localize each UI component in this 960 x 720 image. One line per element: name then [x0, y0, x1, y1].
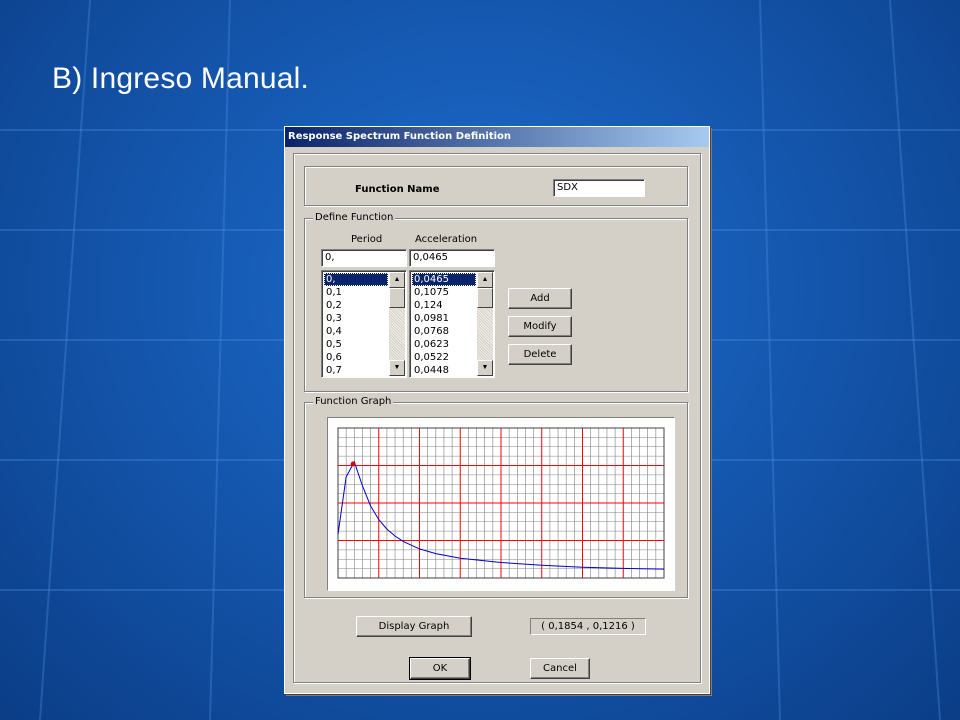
period-scrollbar[interactable]: ▲ ▼: [389, 272, 405, 376]
acceleration-list: 0,0465 0,1075 0,124 0,0981 0,0768 0,0623 0,052…: [412, 273, 476, 377]
coordinate-readout: ( 0,1854 , 0,1216 ): [530, 618, 646, 635]
dialog-content-panel: Function Name SDX Define Function Period…: [293, 153, 701, 683]
period-list: 0, 0,1 0,2 0,3 0,4 0,5 0,6 0,7: [324, 273, 388, 377]
list-item[interactable]: 0,0465: [412, 273, 476, 286]
list-item[interactable]: 0,1: [324, 286, 388, 299]
list-item[interactable]: 0,2: [324, 299, 388, 312]
function-graph-legend: Function Graph: [313, 396, 394, 408]
list-item[interactable]: 0,6: [324, 351, 388, 364]
modify-button[interactable]: Modify: [508, 316, 572, 337]
acceleration-listbox[interactable]: 0,0465 0,1075 0,124 0,0981 0,0768 0,0623 0,052…: [409, 270, 495, 378]
define-function-legend: Define Function: [313, 212, 396, 224]
list-item[interactable]: 0,124: [412, 299, 476, 312]
function-name-group: Function Name SDX: [304, 166, 688, 206]
list-item[interactable]: 0,0522: [412, 351, 476, 364]
list-item[interactable]: 0,5: [324, 338, 388, 351]
list-item[interactable]: 0,7: [324, 364, 388, 377]
period-header: Period: [351, 234, 383, 245]
scroll-up-icon[interactable]: ▲: [477, 272, 493, 288]
scroll-thumb[interactable]: [477, 288, 493, 308]
function-name-input[interactable]: SDX: [553, 179, 645, 197]
define-function-group: Define Function Period Acceleration 0, 0…: [304, 212, 688, 392]
ok-button[interactable]: OK: [409, 657, 471, 680]
spectrum-chart: [337, 427, 665, 579]
acceleration-scrollbar[interactable]: ▲ ▼: [477, 272, 493, 376]
scroll-down-icon[interactable]: ▼: [477, 360, 493, 376]
function-name-label: Function Name: [355, 184, 440, 195]
cursor-marker: [350, 461, 356, 467]
cancel-button[interactable]: Cancel: [530, 658, 590, 679]
scroll-up-icon[interactable]: ▲: [389, 272, 405, 288]
list-item[interactable]: 0,0981: [412, 312, 476, 325]
add-button[interactable]: Add: [508, 288, 572, 309]
list-item[interactable]: 0,4: [324, 325, 388, 338]
scroll-thumb[interactable]: [389, 288, 405, 308]
acceleration-input[interactable]: 0,0465: [409, 249, 495, 267]
list-item[interactable]: 0,1075: [412, 286, 476, 299]
list-item[interactable]: 0,0623: [412, 338, 476, 351]
list-item[interactable]: 0,0768: [412, 325, 476, 338]
scroll-down-icon[interactable]: ▼: [389, 360, 405, 376]
period-input[interactable]: 0,: [321, 249, 407, 267]
display-graph-button[interactable]: Display Graph: [356, 616, 472, 637]
period-listbox[interactable]: 0, 0,1 0,2 0,3 0,4 0,5 0,6 0,7 ▲ ▼: [321, 270, 407, 378]
acceleration-header: Acceleration: [415, 234, 478, 245]
list-item[interactable]: 0,3: [324, 312, 388, 325]
list-item[interactable]: 0,0448: [412, 364, 476, 377]
response-spectrum-dialog: Response Spectrum Function Definition Fu…: [284, 126, 710, 694]
dialog-title: Response Spectrum Function Definition: [285, 127, 709, 147]
slide-title: B) Ingreso Manual.: [52, 62, 310, 95]
function-graph-group: Function Graph: [304, 396, 688, 598]
list-item[interactable]: 0,: [324, 273, 388, 286]
graph-frame: [327, 417, 675, 591]
delete-button[interactable]: Delete: [508, 344, 572, 365]
